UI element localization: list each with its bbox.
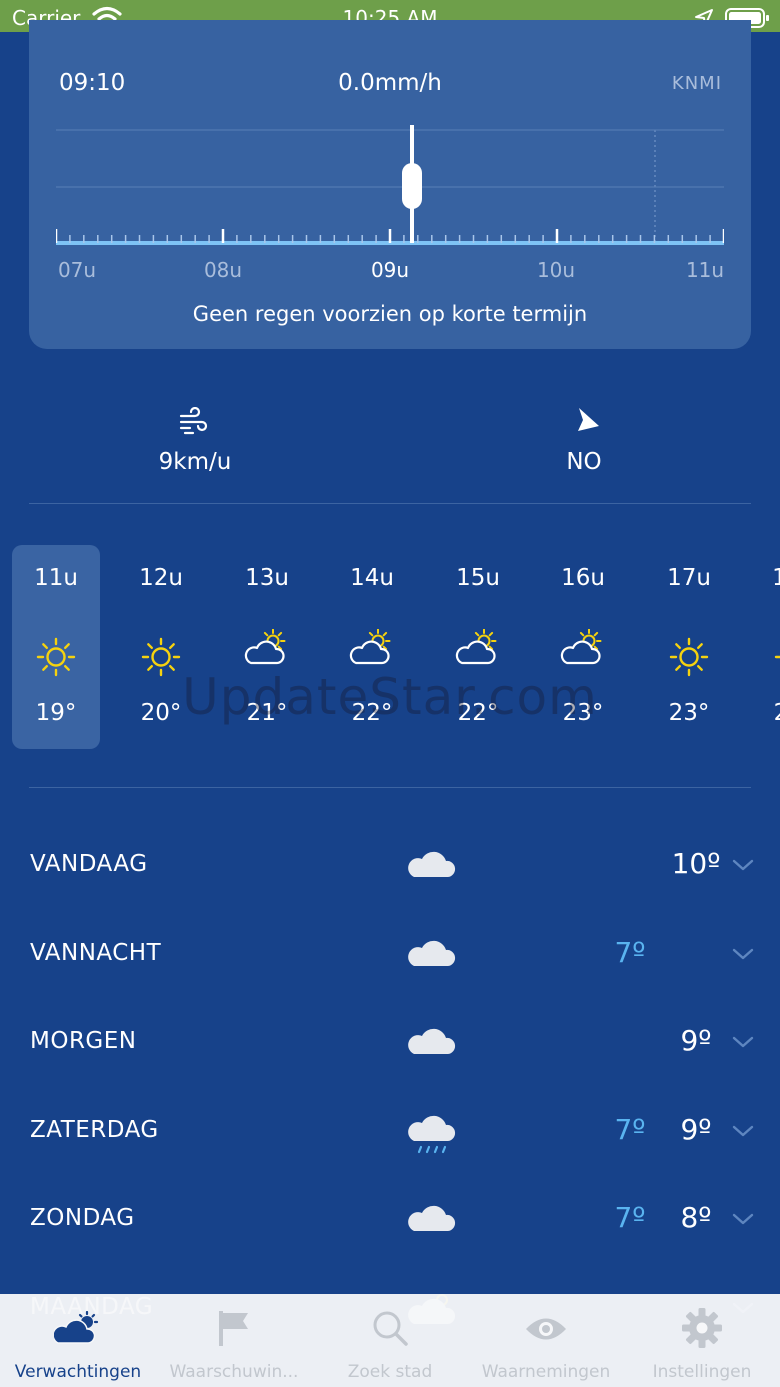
day-name: VANDAAG: [30, 851, 148, 877]
cloud-icon: [408, 1024, 456, 1062]
radar-tick-label: 11u: [685, 258, 725, 282]
wind-icon: [179, 407, 208, 435]
gear-icon: [624, 1308, 780, 1352]
tab-label: Waarschuwin...: [169, 1362, 299, 1382]
day-high-temperature: 9º: [680, 1113, 712, 1146]
day-name: MORGEN: [30, 1028, 137, 1054]
flag-icon: [156, 1308, 312, 1352]
tab-label: Instellingen: [652, 1362, 752, 1382]
chevron-down-icon[interactable]: [732, 857, 754, 876]
hour-label: 18u: [772, 565, 780, 591]
daily-row[interactable]: VANNACHT 7º: [0, 922, 780, 982]
day-high-temperature: 10º: [671, 847, 721, 880]
day-name: VANNACHT: [30, 940, 162, 966]
chevron-down-icon[interactable]: [732, 946, 754, 965]
hour-label: 14u: [350, 565, 394, 591]
daily-row[interactable]: MORGEN 9º: [0, 1010, 780, 1070]
hour-label: 16u: [561, 565, 605, 591]
day-name: ZONDAG: [30, 1205, 135, 1231]
radar-time-axis: 07u 08u 09u 10u 11u: [29, 258, 751, 284]
wind-direction-arrow-icon: [578, 408, 599, 431]
hour-label: 11u: [34, 565, 78, 591]
day-high-temperature: 8º: [680, 1201, 712, 1234]
divider: [29, 787, 751, 788]
day-name: ZATERDAG: [30, 1117, 159, 1143]
tab-label: Verwachtingen: [14, 1362, 142, 1382]
radar-rate: 0.0mm/h: [338, 70, 442, 96]
radar-tick-label: 07u: [57, 258, 97, 282]
chevron-down-icon[interactable]: [732, 1123, 754, 1142]
radar-message: Geen regen voorzien op korte termijn: [192, 302, 588, 326]
radar-source: KNMI: [671, 73, 722, 94]
tab-label: Zoek stad: [347, 1362, 433, 1382]
hour-label: 17u: [667, 565, 711, 591]
radar-tick-label: 10u: [536, 258, 576, 282]
partly-cloudy-icon: [559, 628, 607, 673]
search-icon: [312, 1308, 468, 1352]
chevron-down-icon[interactable]: [732, 1034, 754, 1053]
tab-eye[interactable]: Waarnemingen: [468, 1294, 624, 1387]
eye-icon: [468, 1314, 624, 1348]
daily-row[interactable]: ZATERDAG 7º 9º: [0, 1099, 780, 1159]
rain-cloud-icon: [408, 1113, 456, 1161]
daily-row[interactable]: VANDAAG 10º: [0, 833, 780, 893]
wind-direction: NO: [566, 449, 602, 475]
tab-search[interactable]: Zoek stad: [312, 1294, 468, 1387]
daily-row[interactable]: ZONDAG 7º 8º: [0, 1187, 780, 1247]
divider: [29, 503, 751, 504]
cloud-icon: [408, 847, 456, 885]
hour-label: 12u: [139, 565, 183, 591]
tab-label: Waarnemingen: [481, 1362, 611, 1382]
tab-gear[interactable]: Instellingen: [624, 1294, 780, 1387]
radar-scrubber-handle: [402, 163, 422, 209]
chevron-down-icon[interactable]: [732, 1211, 754, 1230]
day-low-temperature: 7º: [614, 1113, 646, 1146]
watermark: UpdateStar.com: [182, 668, 598, 726]
hour-label: 13u: [245, 565, 289, 591]
hour-label: 15u: [456, 565, 500, 591]
cloud-icon: [408, 1201, 456, 1239]
partly-cloudy-icon: [348, 628, 396, 673]
day-low-temperature: 7º: [614, 936, 646, 969]
rain-radar-chart[interactable]: [56, 125, 724, 255]
weather-icon: [0, 1310, 156, 1349]
wind-speed: 9km/u: [158, 449, 232, 475]
partly-cloudy-icon: [243, 628, 291, 673]
tab-flag[interactable]: Waarschuwin...: [156, 1294, 312, 1387]
radar-tick-label: 08u: [203, 258, 243, 282]
cloud-icon: [408, 936, 456, 974]
radar-tick-label-active: 09u: [370, 258, 410, 282]
partly-cloudy-icon: [454, 628, 502, 673]
day-high-temperature: 9º: [680, 1024, 712, 1057]
radar-minor-ticks: [56, 229, 724, 243]
radar-card: 09:10 0.0mm/h KNMI 07u 08u 09u 10u 11u G…: [29, 20, 751, 349]
day-low-temperature: 7º: [614, 1201, 646, 1234]
tab-weather[interactable]: Verwachtingen: [0, 1294, 156, 1387]
tab-bar: Verwachtingen Waarschuwin... Zoek stad W…: [0, 1294, 780, 1387]
